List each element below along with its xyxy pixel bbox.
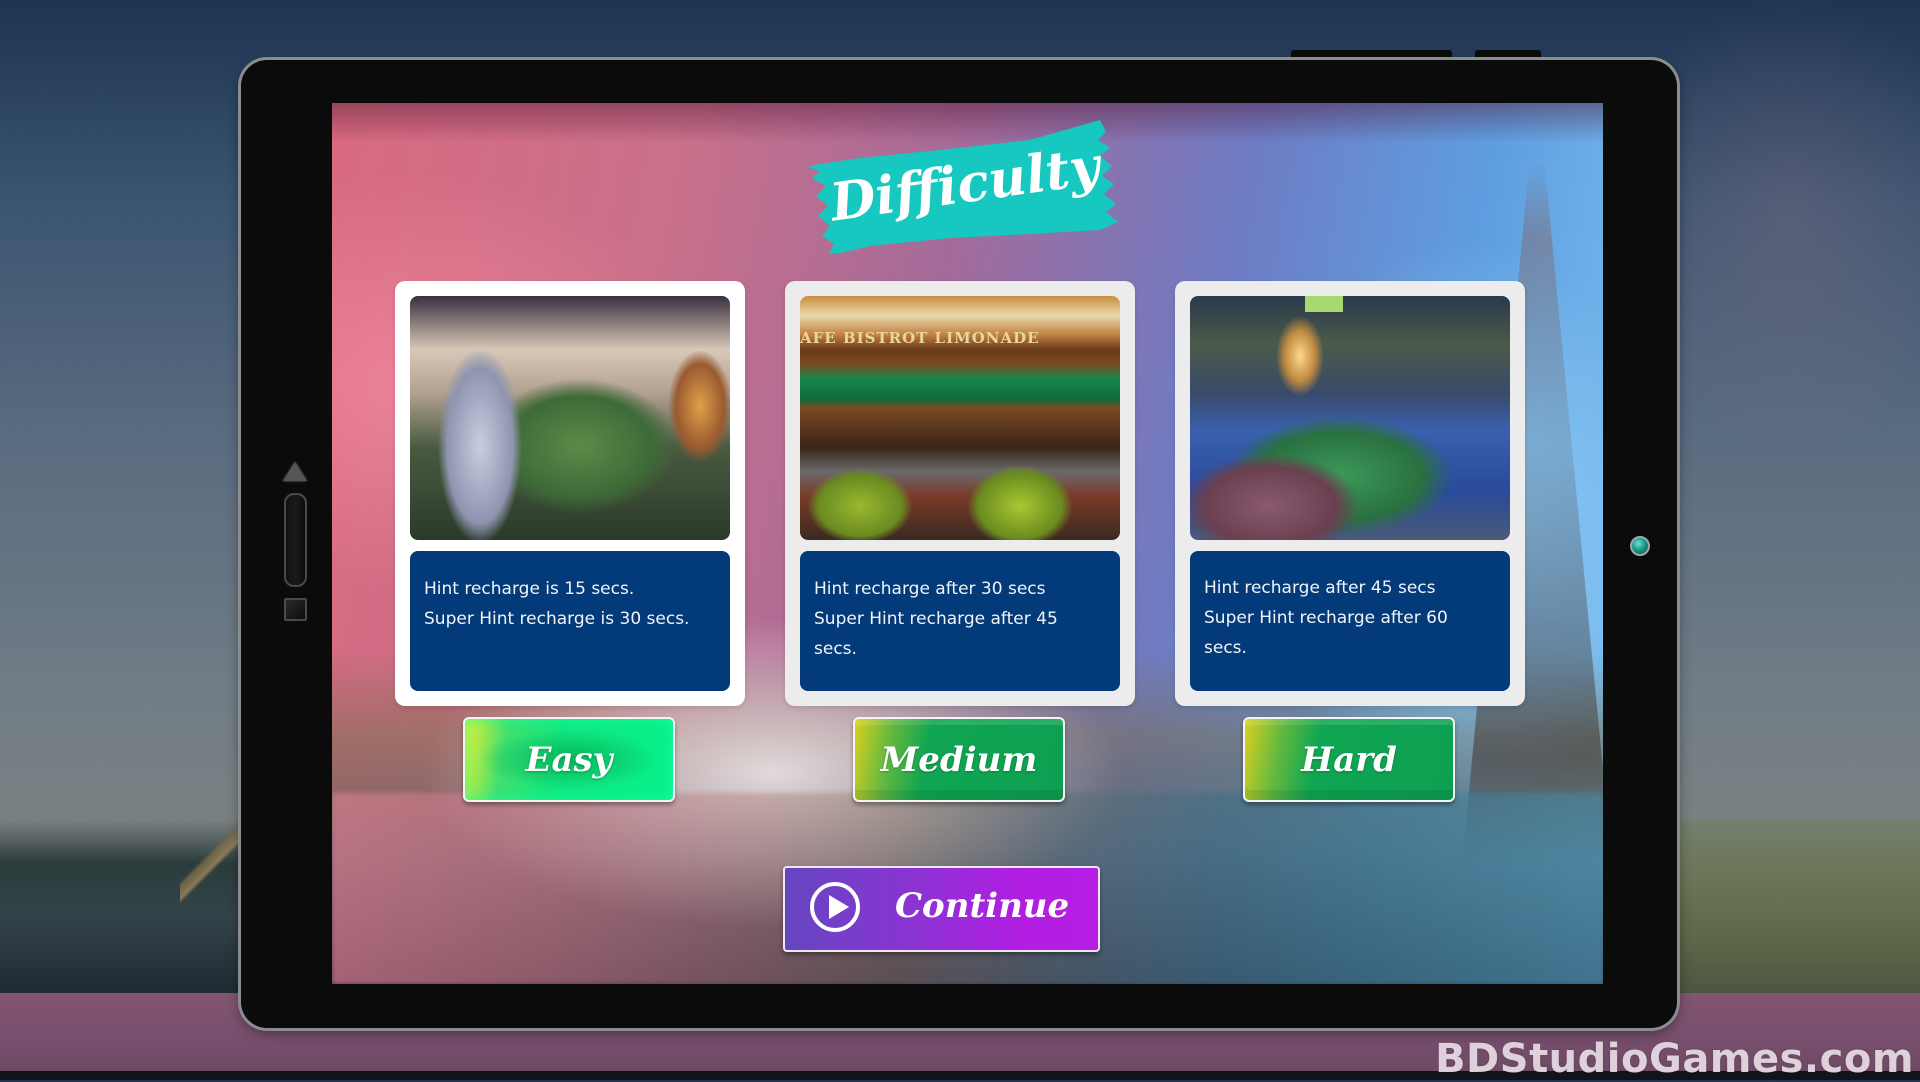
card-description: Hint recharge after 45 secs Super Hint r… bbox=[1190, 551, 1510, 691]
lamp-sign bbox=[1305, 296, 1343, 312]
card-description: Hint recharge after 30 secs Super Hint r… bbox=[800, 551, 1120, 691]
play-circle-icon bbox=[810, 882, 860, 932]
camera-lens-icon bbox=[1630, 536, 1650, 556]
tablet-screen: Difficulty Hint recharge is 15 secs. Sup… bbox=[332, 103, 1603, 984]
easy-button-label: Easy bbox=[525, 739, 613, 780]
hard-button-label: Hard bbox=[1301, 739, 1397, 780]
hint-recharge-text: Hint recharge is 15 secs. bbox=[424, 579, 635, 599]
background-right-field bbox=[1680, 820, 1920, 995]
title-ribbon: Difficulty bbox=[800, 118, 1130, 253]
continue-button[interactable]: Continue bbox=[783, 866, 1100, 952]
cafe-sign-text: AFE BISTROT LIMONADE bbox=[800, 329, 1040, 347]
difficulty-card-hard[interactable]: Hint recharge after 45 secs Super Hint r… bbox=[1175, 281, 1525, 706]
hard-button[interactable]: Hard bbox=[1243, 717, 1455, 802]
square-icon[interactable] bbox=[284, 598, 307, 621]
card-image-night-canal bbox=[1190, 296, 1510, 540]
continue-button-label: Continue bbox=[895, 886, 1070, 926]
super-hint-recharge-text: Super Hint recharge after 60 secs. bbox=[1204, 608, 1448, 658]
card-image-cafe-bistrot: AFE BISTROT LIMONADE bbox=[800, 296, 1120, 540]
super-hint-recharge-text: Super Hint recharge after 45 secs. bbox=[814, 609, 1058, 659]
watermark: BDStudioGames.com bbox=[1435, 1036, 1914, 1082]
side-slider-pill[interactable] bbox=[284, 493, 307, 587]
background-eiffel-tower-base bbox=[180, 800, 250, 910]
arrow-up-icon[interactable] bbox=[283, 462, 307, 481]
tablet-power-button bbox=[1291, 50, 1452, 60]
difficulty-card-medium[interactable]: AFE BISTROT LIMONADE Hint recharge after… bbox=[785, 281, 1135, 706]
hint-recharge-text: Hint recharge after 45 secs bbox=[1204, 578, 1436, 598]
card-description: Hint recharge is 15 secs. Super Hint rec… bbox=[410, 551, 730, 691]
medium-button-label: Medium bbox=[880, 739, 1038, 780]
super-hint-recharge-text: Super Hint recharge is 30 secs. bbox=[424, 609, 690, 629]
easy-button[interactable]: Easy bbox=[463, 717, 675, 802]
medium-button[interactable]: Medium bbox=[853, 717, 1065, 802]
hint-recharge-text: Hint recharge after 30 secs bbox=[814, 579, 1046, 599]
difficulty-card-easy[interactable]: Hint recharge is 15 secs. Super Hint rec… bbox=[395, 281, 745, 706]
card-image-statue-alley bbox=[410, 296, 730, 540]
tablet-volume-button bbox=[1475, 50, 1541, 60]
